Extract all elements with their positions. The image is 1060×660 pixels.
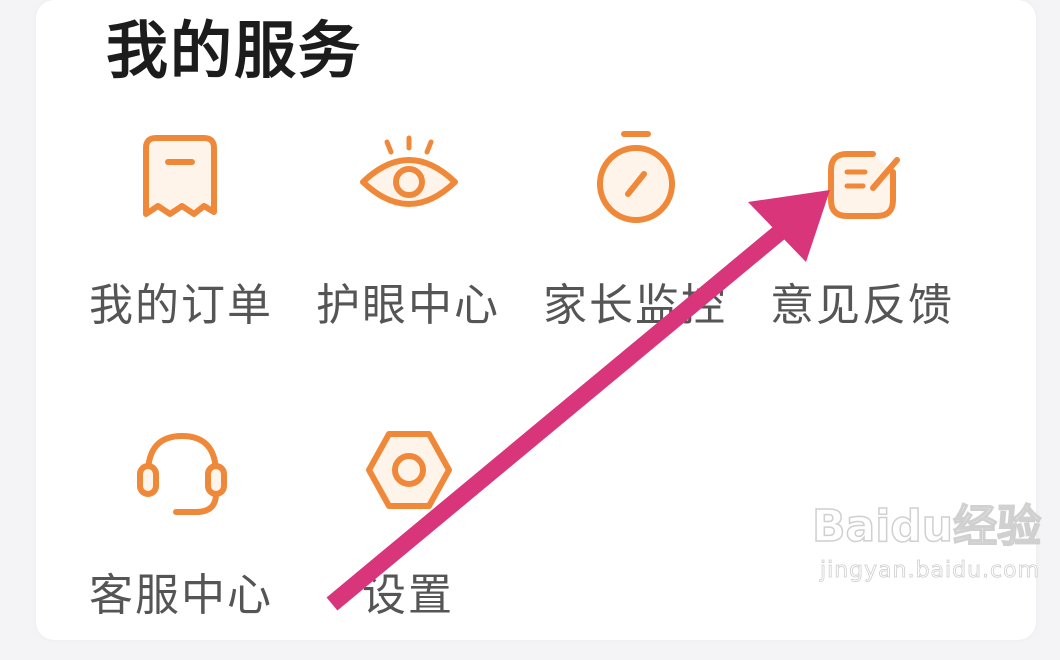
service-label: 意见反馈 [770, 280, 954, 331]
order-icon [126, 130, 236, 240]
service-parental-control[interactable]: 家长监控 [520, 130, 750, 370]
service-my-orders[interactable]: 我的订单 [66, 130, 296, 370]
service-feedback[interactable]: 意见反馈 [747, 130, 977, 370]
section-title: 我的服务 [106, 14, 363, 87]
settings-icon [353, 420, 463, 530]
headset-icon [126, 420, 236, 530]
service-customer-center[interactable]: 客服中心 [66, 420, 296, 660]
service-eye-care[interactable]: 护眼中心 [293, 130, 523, 370]
service-label: 家长监控 [543, 280, 727, 331]
service-settings[interactable]: 设置 [293, 420, 523, 660]
service-label: 设置 [362, 570, 454, 621]
eye-icon [353, 130, 463, 240]
timer-icon [580, 130, 690, 240]
service-label: 客服中心 [89, 570, 273, 621]
service-label: 护眼中心 [316, 280, 500, 331]
feedback-icon [807, 130, 917, 240]
service-label: 我的订单 [89, 280, 273, 331]
